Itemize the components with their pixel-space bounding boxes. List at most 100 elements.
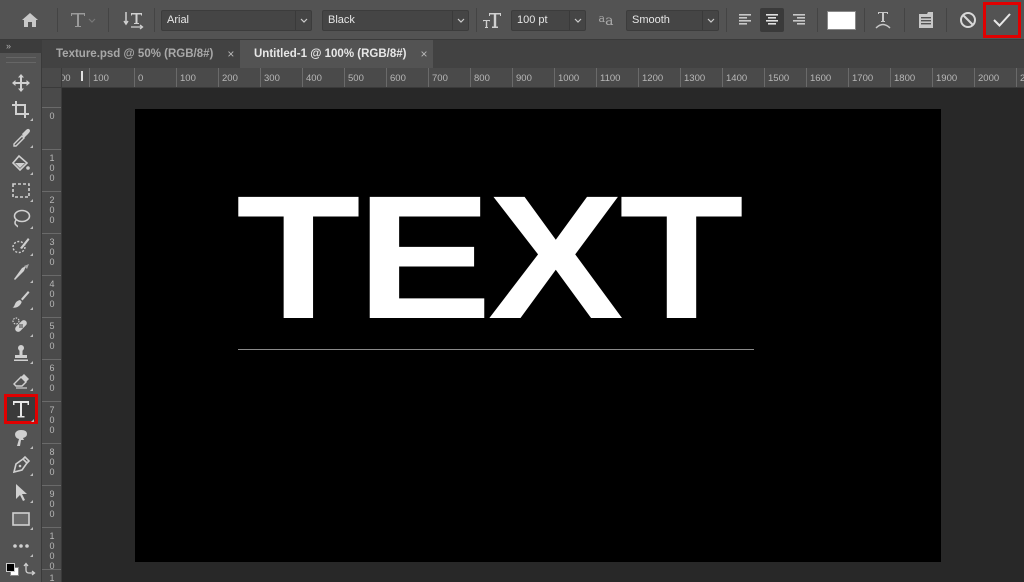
ruler-cursor-marker xyxy=(81,71,83,81)
pen-tool[interactable] xyxy=(5,452,37,478)
ruler-tick-label: 1400 xyxy=(722,68,747,87)
document-canvas[interactable]: TEXT xyxy=(135,109,941,562)
collapse-toolbar-button[interactable]: » xyxy=(0,40,42,53)
type-icon xyxy=(13,401,29,418)
ruler-tick-label: 1300 xyxy=(680,68,705,87)
lasso-icon xyxy=(13,209,31,228)
clone-stamp-tool[interactable] xyxy=(5,340,37,366)
color-swatches[interactable] xyxy=(6,563,20,577)
font-family-dropdown[interactable]: Arial xyxy=(161,10,312,31)
horizontal-ruler[interactable]: 0010001002003004005006007008009001000110… xyxy=(62,68,1024,88)
ruler-tick-label: 300 xyxy=(260,68,280,87)
ruler-tick-label: 1700 xyxy=(848,68,873,87)
text-orientation-button[interactable] xyxy=(116,0,152,40)
font-size-dropdown[interactable]: 100 pt xyxy=(511,10,586,31)
tab-texture-psd[interactable]: Texture.psd @ 50% (RGB/8#) × xyxy=(42,40,240,68)
separator xyxy=(817,8,818,32)
cancel-edits-button[interactable] xyxy=(954,0,982,40)
separator xyxy=(108,8,109,32)
separator xyxy=(946,8,947,32)
more-tools-indicator xyxy=(30,253,33,256)
more-tools-indicator xyxy=(30,527,33,530)
canvas-workspace[interactable]: TEXT xyxy=(62,88,1024,582)
swap-colors-button[interactable] xyxy=(23,562,37,576)
more-tools-indicator xyxy=(30,554,33,557)
font-size-label xyxy=(480,0,504,40)
separator xyxy=(57,8,58,32)
path-selection-tool[interactable] xyxy=(5,479,37,505)
antialias-dropdown[interactable]: Smooth xyxy=(626,10,719,31)
close-tab-icon[interactable]: × xyxy=(420,47,427,61)
smudge-icon xyxy=(15,430,27,446)
ruler-tick-label: 1 xyxy=(42,569,61,582)
align-center-button[interactable] xyxy=(760,8,784,32)
toolbar-grip[interactable] xyxy=(6,57,36,63)
align-left-button[interactable] xyxy=(733,8,757,32)
commit-edits-button[interactable] xyxy=(983,2,1021,38)
foreground-color-swatch[interactable] xyxy=(6,563,15,572)
document-tab-bar: Texture.psd @ 50% (RGB/8#) × Untitled-1 … xyxy=(42,40,1024,68)
smudge-tool[interactable] xyxy=(5,425,37,451)
ruler-tick-label: 400 xyxy=(302,68,322,87)
eyedropper-tool[interactable] xyxy=(5,124,37,150)
align-right-icon xyxy=(793,14,805,25)
ruler-tick-label: 1000 xyxy=(554,68,579,87)
crop-tool[interactable] xyxy=(5,97,37,123)
brush-tool[interactable] xyxy=(5,286,37,312)
home-button[interactable] xyxy=(10,0,50,40)
chevron-down-icon xyxy=(295,11,311,30)
rectangular-marquee-tool[interactable] xyxy=(5,178,37,204)
ruler-tick-label: 100 xyxy=(176,68,196,87)
align-left-icon xyxy=(739,14,751,25)
warp-text-button[interactable] xyxy=(870,0,896,40)
character-paragraph-panels-icon xyxy=(919,12,933,28)
tab-untitled-1[interactable]: Untitled-1 @ 100% (RGB/8#) × xyxy=(240,40,433,68)
vertical-ruler[interactable]: 0 100 200 300 400 500 600 700 800 900 10001 xyxy=(42,88,62,582)
font-size-value: 100 pt xyxy=(517,14,548,26)
tool-preset-picker[interactable] xyxy=(62,0,104,40)
ruler-tick-label: 500 xyxy=(42,317,61,351)
ruler-tick-label: 800 xyxy=(42,443,61,477)
more-tools-indicator xyxy=(30,500,33,503)
eraser-tool[interactable] xyxy=(5,367,37,393)
align-right-button[interactable] xyxy=(787,8,811,32)
ruler-tick-label: 200 xyxy=(42,191,61,225)
lasso-tool[interactable] xyxy=(5,205,37,231)
home-icon xyxy=(22,13,38,27)
font-style-dropdown[interactable]: Black xyxy=(322,10,469,31)
move-icon xyxy=(12,74,30,92)
ruler-tick-label: 600 xyxy=(386,68,406,87)
separator xyxy=(726,8,727,32)
healing-brush-tool[interactable] xyxy=(5,313,37,339)
toggle-panels-button[interactable] xyxy=(912,0,940,40)
stamp-icon xyxy=(14,345,28,361)
move-tool[interactable] xyxy=(5,70,37,96)
ruler-tick-label: 1200 xyxy=(638,68,663,87)
antialias-value: Smooth xyxy=(632,14,670,26)
text-layer[interactable]: TEXT xyxy=(236,163,839,353)
edit-toolbar-button[interactable] xyxy=(5,533,37,559)
ruler-tick-label: 1900 xyxy=(932,68,957,87)
type-tool[interactable] xyxy=(4,394,38,424)
toggle-text-orientation-icon xyxy=(123,12,144,30)
quick-selection-tool[interactable] xyxy=(5,232,37,258)
photoshop-window: Arial Black 100 pt aa Smooth » Texture.p… xyxy=(0,0,1024,582)
chevron-down-icon xyxy=(452,11,468,30)
paint-bucket-tool[interactable] xyxy=(5,151,37,177)
ruler-tick-label: 800 xyxy=(470,68,490,87)
eyedropper-icon xyxy=(13,128,30,147)
tools-panel xyxy=(0,53,42,582)
rectangle-tool[interactable] xyxy=(5,506,37,532)
ruler-tick-label: 700 xyxy=(428,68,448,87)
spot-healing-tool[interactable] xyxy=(5,259,37,285)
more-tools-indicator xyxy=(30,280,33,283)
antialias-icon: aa xyxy=(598,11,614,29)
eraser-icon xyxy=(13,374,29,389)
text-color-swatch[interactable] xyxy=(827,11,856,30)
close-tab-icon[interactable]: × xyxy=(227,47,234,61)
ruler-tick-label: 1600 xyxy=(806,68,831,87)
ruler-tick-label: 1100 xyxy=(596,68,620,87)
more-tools-indicator xyxy=(30,226,33,229)
ruler-tick-label: 00 xyxy=(62,68,71,87)
ruler-origin[interactable] xyxy=(42,68,62,88)
